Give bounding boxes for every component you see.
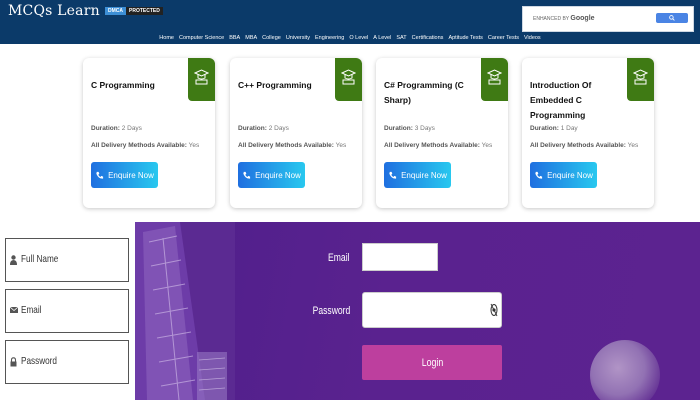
email-placeholder: Email (21, 304, 42, 316)
graduation-cap-icon (194, 69, 209, 85)
full-name-placeholder: Full Name (21, 253, 59, 265)
course-card[interactable]: C Programming Duration: 2 Days All Deliv… (83, 58, 215, 208)
graduation-cap-icon (487, 69, 502, 85)
course-duration: Duration: 2 Days (91, 125, 142, 132)
phone-icon (243, 171, 251, 179)
course-card[interactable]: C++ Programming Duration: 2 Days All Del… (230, 58, 362, 208)
login-password-input[interactable] (362, 292, 502, 328)
main-nav: Home Computer Science BBA MBA College Un… (0, 33, 700, 43)
nav-a-level[interactable]: A Level (373, 33, 391, 43)
building-photo-backdrop (135, 222, 235, 400)
email-field[interactable]: Email (5, 289, 129, 333)
graduation-cap-icon (633, 69, 648, 85)
password-label: Password (312, 305, 350, 317)
nav-home[interactable]: Home (159, 33, 174, 43)
search-button[interactable] (656, 13, 688, 23)
course-badge (481, 58, 508, 101)
nav-computer-science[interactable]: Computer Science (179, 33, 224, 43)
phone-icon (96, 171, 104, 179)
nav-certifications[interactable]: Certifications (412, 33, 444, 43)
phone-icon (535, 171, 543, 179)
lamp-decoration (590, 340, 660, 400)
course-duration: Duration: 3 Days (384, 125, 435, 132)
full-name-field[interactable]: Full Name (5, 238, 129, 282)
course-duration: Duration: 2 Days (238, 125, 289, 132)
login-panel: Email Password Login (135, 222, 700, 400)
enquire-now-button[interactable]: Enquire Now (530, 162, 597, 188)
enquire-now-label: Enquire Now (401, 170, 447, 180)
envelope-icon (10, 306, 18, 313)
user-icon (10, 255, 17, 265)
protected-label: PROTECTED (126, 7, 163, 15)
nav-mba[interactable]: MBA (245, 33, 257, 43)
course-card[interactable]: Introduction Of Embedded C Programming D… (522, 58, 654, 208)
google-search-box: ENHANCED BY Google (522, 6, 694, 32)
course-title[interactable]: C# Programming (C Sharp) (384, 78, 476, 108)
nav-bba[interactable]: BBA (229, 33, 240, 43)
nav-career-tests[interactable]: Career Tests (488, 33, 519, 43)
dmca-badge[interactable]: DMCA PROTECTED (105, 7, 163, 15)
graduation-cap-icon (341, 69, 356, 85)
course-badge (335, 58, 362, 101)
course-card[interactable]: C# Programming (C Sharp) Duration: 3 Day… (376, 58, 508, 208)
login-button-label: Login (421, 356, 443, 369)
nav-aptitude-tests[interactable]: Aptitude Tests (448, 33, 482, 43)
password-field[interactable]: Password (5, 340, 129, 384)
nav-sat[interactable]: SAT (396, 33, 406, 43)
enhanced-by-label: ENHANCED BY (533, 16, 570, 22)
course-badge (188, 58, 215, 101)
site-logo[interactable]: MCQs Learn (8, 3, 100, 19)
nav-o-level[interactable]: O Level (349, 33, 368, 43)
course-badge (627, 58, 654, 101)
dmca-label: DMCA (105, 7, 126, 15)
nav-engineering[interactable]: Engineering (315, 33, 344, 43)
phone-icon (389, 171, 397, 179)
enquire-now-button[interactable]: Enquire Now (238, 162, 305, 188)
course-title[interactable]: C Programming (91, 78, 183, 93)
search-icon (669, 15, 675, 21)
search-input[interactable]: ENHANCED BY Google (533, 14, 653, 24)
lock-icon (10, 357, 17, 367)
enquire-now-label: Enquire Now (255, 170, 301, 180)
login-button[interactable]: Login (362, 345, 502, 380)
eye-icon[interactable] (490, 303, 498, 317)
course-title[interactable]: Introduction Of Embedded C Programming (530, 78, 622, 123)
enquire-now-label: Enquire Now (547, 170, 593, 180)
nav-university[interactable]: University (286, 33, 310, 43)
course-title[interactable]: C++ Programming (238, 78, 330, 93)
enquire-now-label: Enquire Now (108, 170, 154, 180)
course-delivery: All Delivery Methods Available: Yes (238, 142, 347, 149)
email-label: Email (328, 252, 350, 264)
site-header: MCQs Learn DMCA PROTECTED ENHANCED BY Go… (0, 0, 700, 44)
course-delivery: All Delivery Methods Available: Yes (530, 142, 639, 149)
nav-college[interactable]: College (262, 33, 281, 43)
course-delivery: All Delivery Methods Available: Yes (384, 142, 493, 149)
password-placeholder: Password (21, 355, 57, 367)
nav-videos[interactable]: Videos (524, 33, 541, 43)
google-label: Google (570, 15, 595, 22)
course-duration: Duration: 1 Day (530, 125, 578, 132)
enquire-now-button[interactable]: Enquire Now (91, 162, 158, 188)
enquire-now-button[interactable]: Enquire Now (384, 162, 451, 188)
login-email-input[interactable] (362, 243, 438, 271)
course-delivery: All Delivery Methods Available: Yes (91, 142, 200, 149)
